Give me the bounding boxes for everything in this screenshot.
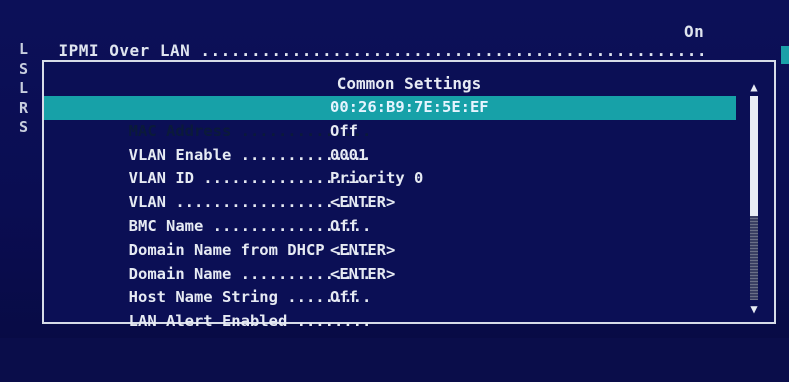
scrollbar[interactable]: ▲ ▼ bbox=[747, 80, 761, 316]
setting-value: <ENTER> bbox=[330, 193, 396, 212]
background-letter: S bbox=[19, 59, 29, 78]
setting-value: Off bbox=[330, 288, 358, 307]
background-letter: S bbox=[19, 118, 29, 136]
scroll-down-arrow-icon[interactable]: ▼ bbox=[747, 302, 761, 316]
setting-label: LAN Alert Enabled ........ bbox=[128, 312, 372, 331]
setting-row-domain-name-from-dhcp[interactable]: Domain Name from DHCP .... Off bbox=[44, 215, 736, 259]
background-letter: L bbox=[19, 79, 29, 97]
background-menu-letters: L S L R S bbox=[19, 40, 28, 138]
background-cursor bbox=[781, 46, 789, 64]
setting-value: Priority 0 bbox=[330, 169, 424, 188]
setting-row-vlan-enable[interactable]: VLAN Enable .............. Off bbox=[44, 120, 736, 164]
setting-value: 00:26:B9:7E:5E:EF bbox=[330, 98, 489, 116]
settings-list: MAC Address .............. 00:26:B9:7E:5… bbox=[44, 96, 736, 330]
setting-row-lan-alert-enabled[interactable]: LAN Alert Enabled ........ Off bbox=[44, 286, 736, 330]
setting-row-vlan[interactable]: VLAN ..................... Priority 0 bbox=[44, 167, 736, 211]
setting-row-mac-address[interactable]: MAC Address .............. 00:26:B9:7E:5… bbox=[44, 96, 736, 140]
ipmi-over-lan-label: IPMI Over LAN ..........................… bbox=[58, 41, 708, 60]
dialog-title: Common Settings bbox=[336, 74, 482, 93]
setting-row-domain-name[interactable]: Domain Name .............. <ENTER> bbox=[44, 239, 736, 283]
common-settings-dialog: Common Settings MAC Address ............… bbox=[42, 60, 776, 330]
setting-value: <ENTER> bbox=[330, 264, 396, 283]
background-letter: R bbox=[19, 98, 29, 117]
scroll-thumb[interactable] bbox=[750, 96, 758, 216]
setting-value: 0001 bbox=[330, 145, 368, 164]
setting-value: Off bbox=[330, 216, 358, 235]
setting-value: <ENTER> bbox=[330, 240, 396, 259]
scroll-up-arrow-icon[interactable]: ▲ bbox=[747, 80, 761, 94]
bios-screen: IPMI Over LAN ..........................… bbox=[0, 0, 789, 338]
setting-value: Off bbox=[330, 121, 358, 140]
background-letter: L bbox=[19, 40, 29, 58]
setting-row-host-name-string[interactable]: Host Name String ......... <ENTER> bbox=[44, 263, 736, 307]
setting-row-bmc-name[interactable]: BMC Name ................. <ENTER> bbox=[44, 191, 736, 235]
setting-row-vlan-id[interactable]: VLAN ID .................. 0001 bbox=[44, 144, 736, 188]
ipmi-over-lan-value: On bbox=[684, 22, 705, 41]
